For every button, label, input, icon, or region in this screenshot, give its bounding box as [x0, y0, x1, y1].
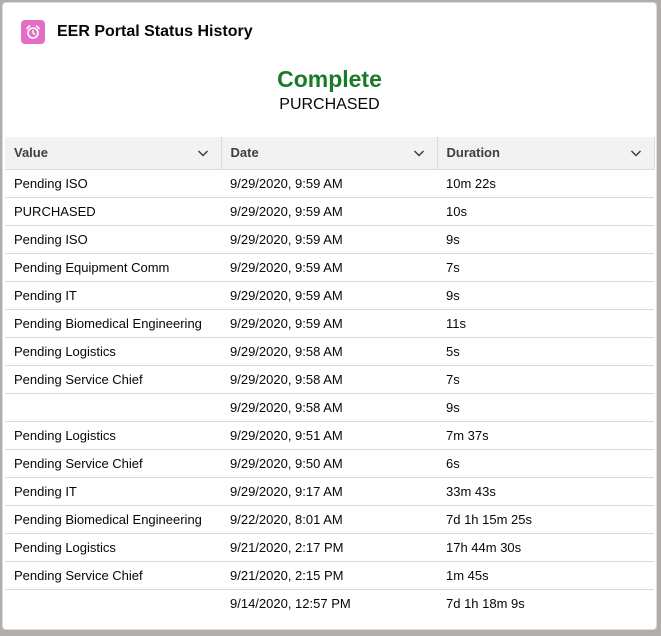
- table-row: Pending Service Chief 9/29/2020, 9:50 AM 6…: [5, 449, 654, 478]
- cell-duration: 7m 37s: [437, 421, 654, 450]
- cell-value: Pending ISO: [5, 169, 221, 198]
- cell-duration: 5s: [437, 337, 654, 366]
- status-history-card: EER Portal Status History Complete PURCH…: [2, 2, 657, 630]
- cell-duration: 6s: [437, 449, 654, 478]
- cell-duration: 9s: [437, 393, 654, 422]
- cell-value: [5, 393, 221, 422]
- table-row: Pending Logistics 9/29/2020, 9:58 AM 5s: [5, 337, 654, 366]
- cell-date: 9/29/2020, 9:51 AM: [221, 421, 437, 450]
- cell-value: [5, 589, 221, 617]
- card-title: EER Portal Status History: [57, 23, 253, 40]
- cell-date: 9/29/2020, 9:58 AM: [221, 393, 437, 422]
- card-header: EER Portal Status History: [21, 18, 253, 46]
- cell-value: Pending Equipment Comm: [5, 253, 221, 282]
- table-row: 9/14/2020, 12:57 PM 7d 1h 18m 9s: [5, 589, 654, 617]
- cell-date: 9/22/2020, 8:01 AM: [221, 505, 437, 534]
- cell-date: 9/29/2020, 9:59 AM: [221, 253, 437, 282]
- cell-duration: 10m 22s: [437, 169, 654, 198]
- cell-duration: 7d 1h 18m 9s: [446, 595, 525, 611]
- cell-duration: 7s: [437, 365, 654, 394]
- table-row: PURCHASED 9/29/2020, 9:59 AM 10s: [5, 197, 654, 226]
- table-row: 9/29/2020, 9:58 AM 9s: [5, 393, 654, 422]
- cell-value: Pending Service Chief: [5, 449, 221, 478]
- chevron-down-icon[interactable]: [630, 147, 642, 159]
- cell-date: 9/29/2020, 9:59 AM: [221, 169, 437, 198]
- column-label: Duration: [446, 145, 500, 161]
- table-row: Pending Biomedical Engineering 9/22/2020,…: [5, 505, 654, 534]
- column-label: Date: [230, 145, 259, 161]
- status-history-table: Value Date Duration Pending ISO 9/29/202…: [5, 137, 655, 617]
- table-row: Pending ISO 9/29/2020, 9:59 AM 10m 22s: [5, 169, 654, 198]
- table-row: Pending Service Chief 9/21/2020, 2:15 PM 1…: [5, 561, 654, 590]
- status-sub: PURCHASED: [279, 96, 380, 113]
- cell-value: Pending ISO: [5, 225, 221, 254]
- cell-date: 9/29/2020, 9:59 AM: [221, 225, 437, 254]
- table-row: Pending Equipment Comm 9/29/2020, 9:59 AM…: [5, 253, 654, 282]
- cell-value: Pending IT: [5, 281, 221, 310]
- cell-date: 9/29/2020, 9:59 AM: [221, 197, 437, 226]
- cell-value: Pending Service Chief: [5, 561, 221, 590]
- cell-value: Pending Biomedical Engineering: [5, 309, 221, 338]
- cell-date: 9/21/2020, 2:15 PM: [221, 561, 437, 590]
- cell-date: 9/29/2020, 9:17 AM: [221, 477, 437, 506]
- cell-duration: 17h 44m 30s: [437, 533, 654, 562]
- table-row: Pending Logistics 9/29/2020, 9:51 AM 7m 37…: [5, 421, 654, 450]
- table-row: Pending Logistics 9/21/2020, 2:17 PM 17h 4…: [5, 533, 654, 562]
- current-status: Complete PURCHASED: [3, 65, 656, 115]
- cell-value: PURCHASED: [5, 197, 221, 226]
- cell-duration: 33m 43s: [437, 477, 654, 506]
- cell-duration: 9s: [437, 225, 654, 254]
- cell-duration: 7s: [437, 253, 654, 282]
- cell-value: Pending IT: [5, 477, 221, 506]
- cell-date: 9/29/2020, 9:58 AM: [221, 337, 437, 366]
- cell-value: Pending Logistics: [5, 337, 221, 366]
- cell-date: 9/29/2020, 9:58 AM: [221, 365, 437, 394]
- status-main: Complete: [277, 66, 382, 92]
- table-row: Pending IT 9/29/2020, 9:59 AM 9s: [5, 281, 654, 310]
- cell-date: 9/29/2020, 9:59 AM: [221, 309, 437, 338]
- cell-value: Pending Service Chief: [5, 365, 221, 394]
- cell-value: Pending Logistics: [5, 533, 221, 562]
- table-header-row: Value Date Duration: [5, 137, 655, 170]
- cell-date: 9/29/2020, 9:50 AM: [221, 449, 437, 478]
- cell-value: Pending Biomedical Engineering: [5, 505, 221, 534]
- column-header-duration[interactable]: Duration: [437, 137, 655, 170]
- cell-date: 9/14/2020, 12:57 PM: [230, 595, 351, 611]
- cell-duration: 7d 1h 15m 25s: [437, 505, 654, 534]
- cell-duration: 9s: [437, 281, 654, 310]
- table-row: Pending IT 9/29/2020, 9:17 AM 33m 43s: [5, 477, 654, 506]
- cell-duration: 1m 45s: [437, 561, 654, 590]
- cell-date: 9/21/2020, 2:17 PM: [221, 533, 437, 562]
- alarm-clock-icon: [21, 20, 45, 44]
- cell-value: Pending Logistics: [5, 421, 221, 450]
- table-row: Pending Service Chief 9/29/2020, 9:58 AM 7…: [5, 365, 654, 394]
- chevron-down-icon[interactable]: [197, 147, 209, 159]
- column-label: Value: [14, 145, 48, 161]
- table-row: Pending Biomedical Engineering 9/29/2020,…: [5, 309, 654, 338]
- table-row: Pending ISO 9/29/2020, 9:59 AM 9s: [5, 225, 654, 254]
- cell-date: 9/29/2020, 9:59 AM: [221, 281, 437, 310]
- column-header-date[interactable]: Date: [221, 137, 438, 170]
- column-header-value[interactable]: Value: [5, 137, 222, 170]
- chevron-down-icon[interactable]: [413, 147, 425, 159]
- cell-duration: 10s: [437, 197, 654, 226]
- cell-duration: 11s: [437, 309, 654, 338]
